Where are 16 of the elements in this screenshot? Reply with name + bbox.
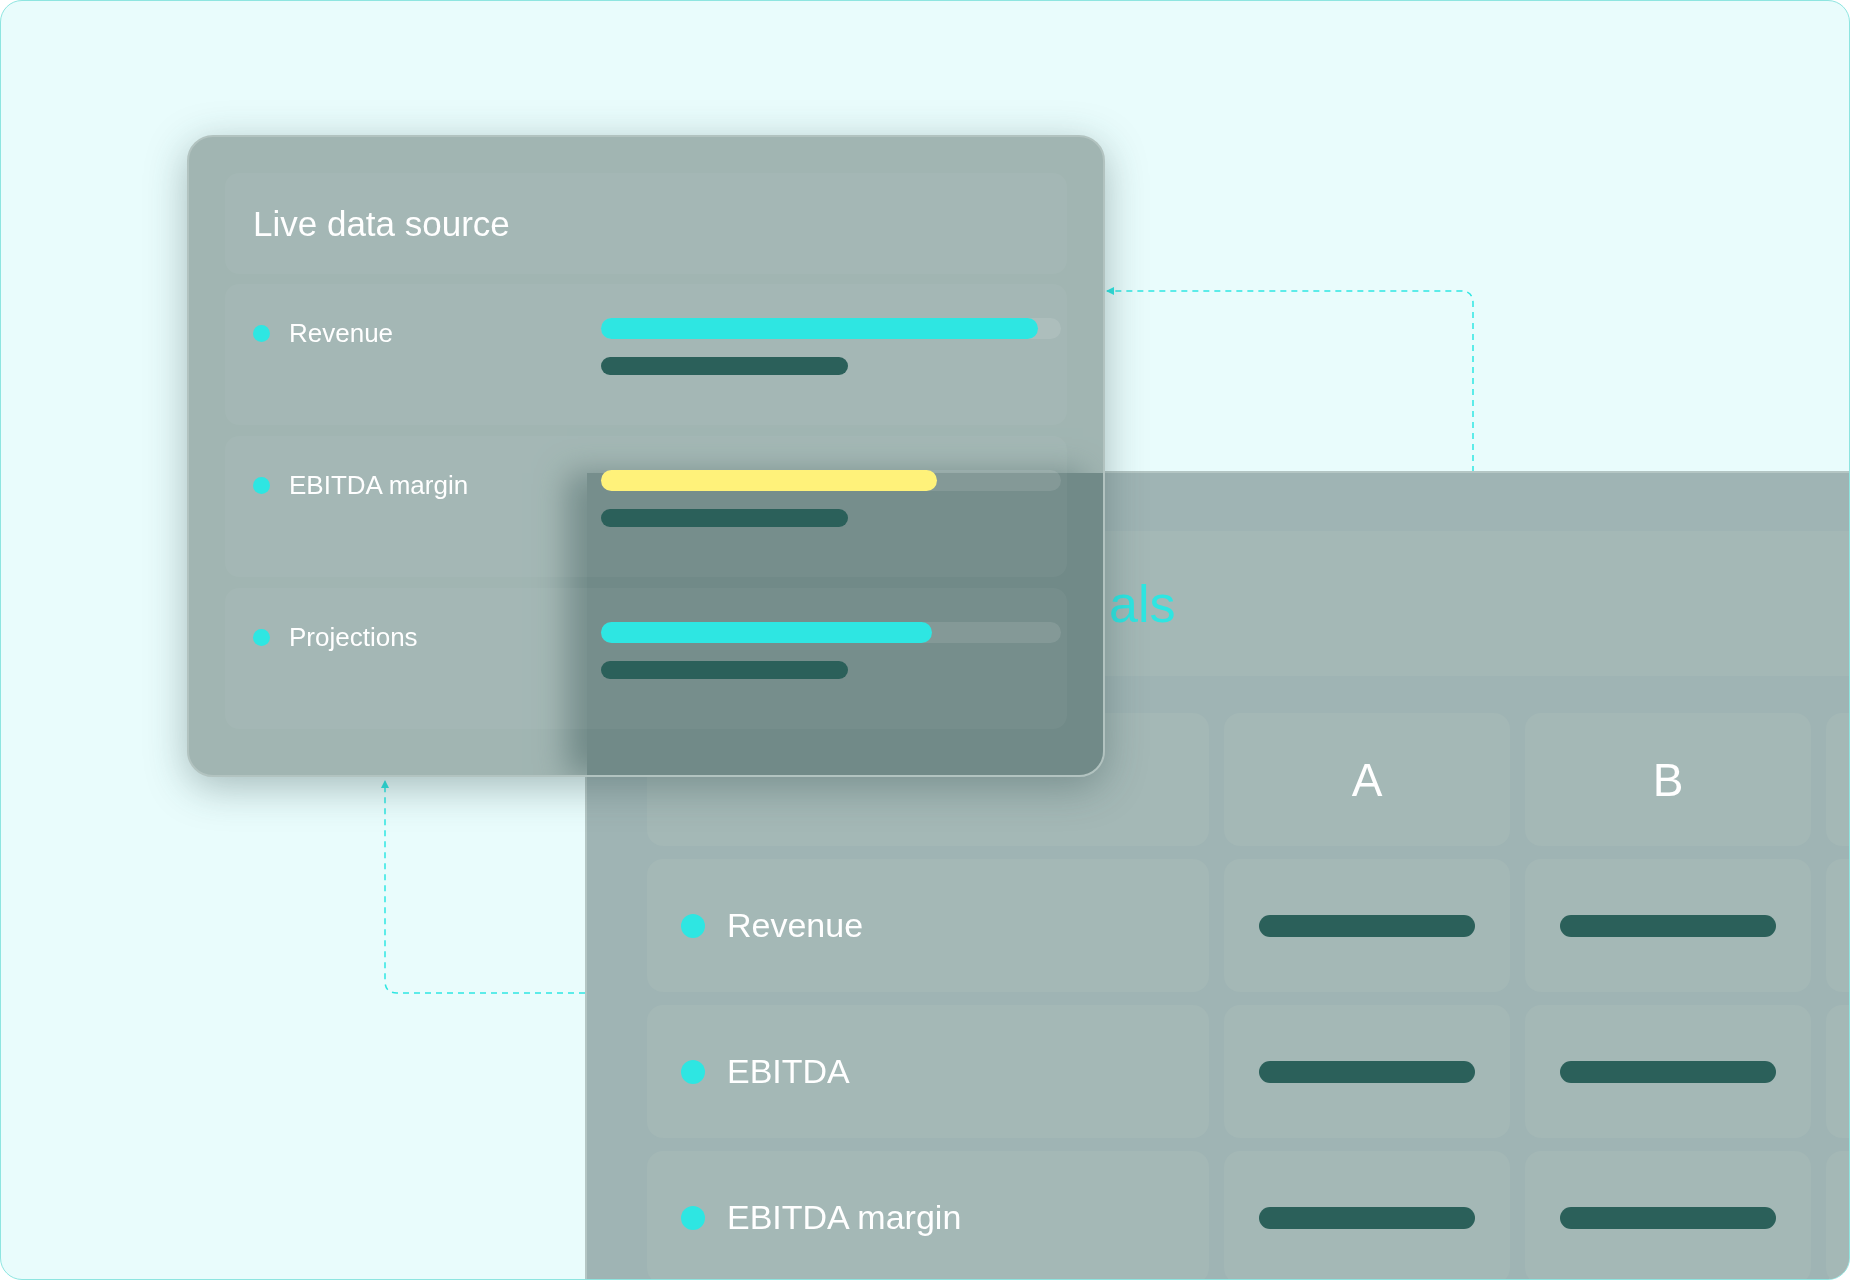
card-title: Live data source — [253, 203, 510, 244]
status-dot — [253, 476, 270, 494]
row-label: EBITDA margin — [289, 469, 469, 501]
status-dot — [681, 913, 705, 938]
row-label: Projections — [289, 621, 418, 653]
row-label: EBITDA — [727, 1052, 850, 1091]
row-label: EBITDA margin — [727, 1198, 962, 1237]
status-dot — [253, 628, 270, 646]
column-header: A — [1224, 713, 1510, 846]
status-dot — [681, 1059, 705, 1084]
row-label: Revenue — [289, 317, 394, 349]
panel-title: als — [1109, 573, 1176, 634]
status-dot — [253, 324, 270, 342]
column-header: B — [1525, 713, 1811, 846]
status-dot — [681, 1205, 705, 1230]
row-label: Revenue — [727, 906, 864, 945]
